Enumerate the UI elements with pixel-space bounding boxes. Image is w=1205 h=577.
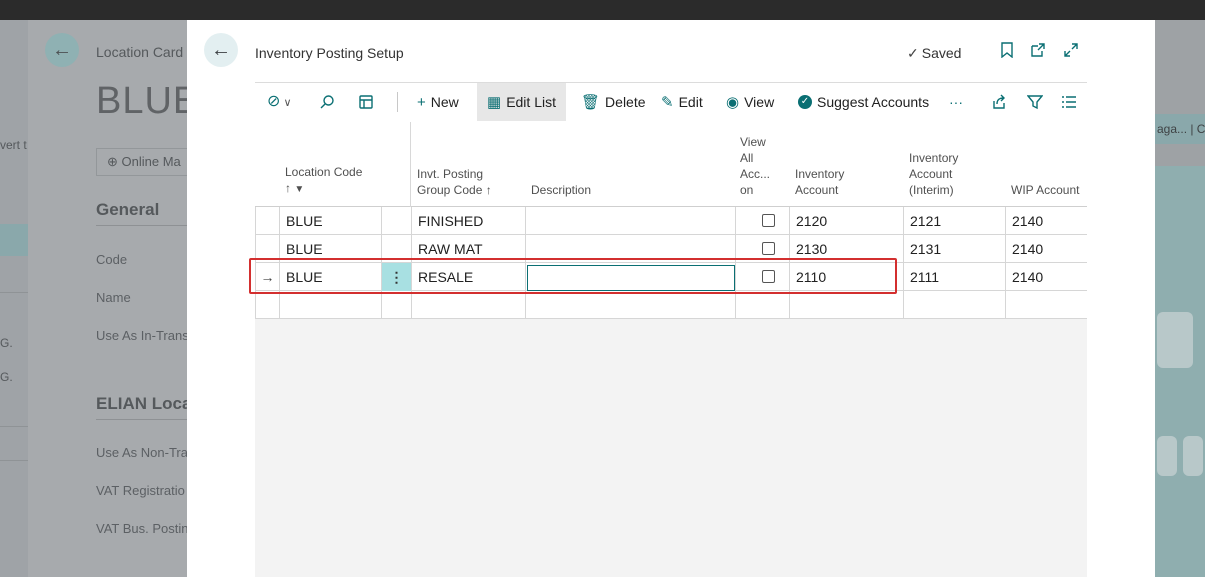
page-title: Inventory Posting Setup <box>255 45 404 61</box>
background-field-name: Name <box>96 290 131 305</box>
open-new-window-icon[interactable] <box>1027 42 1049 64</box>
column-description[interactable]: Description <box>531 182 591 198</box>
arrow-left-icon: ← <box>211 39 231 61</box>
background-online-map-button: ⊕ Online Ma <box>96 148 187 176</box>
background-right-tag: aga... | C <box>1155 114 1205 144</box>
globe-icon: ⊕ <box>107 154 118 169</box>
more-options-button[interactable]: ··· <box>949 83 963 121</box>
inventory-interim-cell[interactable]: 2121 <box>904 207 1006 235</box>
column-view-all-accounts[interactable]: View All Acc... on <box>740 134 770 198</box>
table-row[interactable]: BLUE FINISHED 2120 2121 2140 <box>255 207 1087 235</box>
search-icon[interactable] <box>319 83 335 121</box>
action-toolbar: ⊘ ∨ + New ▦ Edit List 🗑 Delete ✎ Edit ◉ View … <box>255 83 1087 121</box>
back-button[interactable]: ← <box>204 33 238 67</box>
view-all-cell <box>736 263 790 291</box>
column-wip-account[interactable]: WIP Account <box>1011 182 1079 198</box>
posting-group-cell[interactable]: RAW MAT <box>412 235 526 263</box>
list-view-icon[interactable] <box>1061 83 1077 121</box>
location-code-cell[interactable]: BLUE <box>280 207 382 235</box>
inventory-posting-grid: Location Code ↑ ▼ Invt. Posting Group Co… <box>255 122 1087 577</box>
delete-button[interactable]: 🗑 Delete <box>581 83 646 121</box>
edit-list-button[interactable]: ▦ Edit List <box>477 83 566 121</box>
description-input[interactable] <box>527 265 735 291</box>
pencil-icon: ✎ <box>661 94 674 111</box>
background-right-strip: aga... | C <box>1155 20 1205 577</box>
view-all-cell <box>736 235 790 263</box>
background-left-highlight <box>0 224 28 256</box>
background-field-vat-bus-posting: VAT Bus. Postin <box>96 521 187 536</box>
table-row-current[interactable]: → BLUE ⋮ RESALE 2110 2111 2140 <box>255 263 1087 291</box>
filter-applied-icon: ▼ <box>294 184 305 195</box>
view-all-checkbox[interactable] <box>762 214 775 228</box>
suggest-accounts-button[interactable]: ✓ Suggest Accounts <box>798 83 929 121</box>
view-all-checkbox[interactable] <box>762 242 775 256</box>
inventory-posting-setup-dialog: ← Inventory Posting Setup ✓ Saved ⊘ ∨ + Ne… <box>187 20 1155 577</box>
background-field-in-transit: Use As In-Trans <box>96 328 187 343</box>
column-posting-group-code[interactable]: Invt. Posting Group Code ↑ <box>417 166 492 198</box>
background-general-section: General <box>96 200 160 219</box>
row-actions-menu-icon[interactable]: ⋮ <box>382 263 412 291</box>
wip-account-cell[interactable]: 2140 <box>1006 263 1087 291</box>
inventory-interim-cell[interactable]: 2111 <box>904 263 1006 291</box>
background-left-text-3: G. <box>0 370 13 384</box>
view-all-checkbox[interactable] <box>762 270 775 284</box>
description-cell <box>526 263 736 291</box>
background-title-small: Location Card <box>96 44 184 60</box>
background-field-vat-registration: VAT Registratio <box>96 483 185 498</box>
share-icon[interactable] <box>991 83 1007 121</box>
table-row-empty[interactable] <box>255 291 1087 319</box>
edit-button[interactable]: ✎ Edit <box>661 83 703 121</box>
background-left-strip: ⚲ vert t G. G. <box>0 20 28 577</box>
check-circle-icon: ✓ <box>798 95 812 110</box>
view-button[interactable]: ◉ View <box>726 83 774 121</box>
inventory-account-cell[interactable]: 2110 <box>790 263 904 291</box>
background-back-icon: ← <box>45 33 79 67</box>
grid-header: Location Code ↑ ▼ Invt. Posting Group Co… <box>255 122 1087 207</box>
inventory-account-cell[interactable]: 2120 <box>790 207 904 235</box>
background-location-card: ← Location Card BLUE ⊕ Online Ma General… <box>28 20 187 577</box>
posting-group-cell[interactable]: FINISHED <box>412 207 526 235</box>
background-title-big: BLUE <box>96 80 187 122</box>
table-row[interactable]: BLUE RAW MAT 2130 2131 2140 <box>255 235 1087 263</box>
location-code-cell[interactable]: BLUE <box>280 235 382 263</box>
top-bar <box>0 0 1205 20</box>
sort-ascending-icon: ↑ <box>285 181 291 195</box>
description-cell[interactable] <box>526 235 736 263</box>
location-code-cell[interactable]: BLUE <box>280 263 382 291</box>
eye-icon: ◉ <box>726 94 740 111</box>
edit-list-icon: ▦ <box>487 94 502 111</box>
background-field-code: Code <box>96 252 128 267</box>
background-elian-section: ELIAN Loca <box>96 394 187 413</box>
wip-account-cell[interactable]: 2140 <box>1006 235 1087 263</box>
expand-icon[interactable] <box>1060 42 1082 64</box>
show-details-icon[interactable] <box>358 83 374 121</box>
background-left-text-2: G. <box>0 336 13 350</box>
current-row-arrow-icon: → <box>255 263 280 291</box>
filter-icon[interactable] <box>1026 83 1044 121</box>
saved-status: ✓ Saved <box>907 45 962 61</box>
background-right-panel <box>1155 166 1205 577</box>
column-inventory-account[interactable]: Inventory Account <box>795 166 844 198</box>
background-search-icon: ⚲ <box>0 92 1 106</box>
view-all-cell <box>736 207 790 235</box>
inventory-interim-cell[interactable]: 2131 <box>904 235 1006 263</box>
description-cell[interactable] <box>526 207 736 235</box>
bookmark-icon[interactable] <box>996 42 1018 64</box>
new-button[interactable]: + New <box>417 83 459 121</box>
background-field-non-transit: Use As Non-Tra <box>96 445 187 460</box>
inventory-account-cell[interactable]: 2130 <box>790 235 904 263</box>
background-left-text-1: vert t <box>0 138 27 152</box>
column-inventory-account-interim[interactable]: Inventory Account (Interim) <box>909 150 958 198</box>
actions-menu-icon[interactable]: ⊘ ∨ <box>267 83 292 121</box>
plus-icon: + <box>417 94 426 111</box>
trash-icon: 🗑 <box>581 94 601 111</box>
column-location-code[interactable]: Location Code ↑ ▼ <box>285 164 362 198</box>
wip-account-cell[interactable]: 2140 <box>1006 207 1087 235</box>
check-icon: ✓ <box>907 45 919 61</box>
posting-group-cell[interactable]: RESALE <box>412 263 526 291</box>
